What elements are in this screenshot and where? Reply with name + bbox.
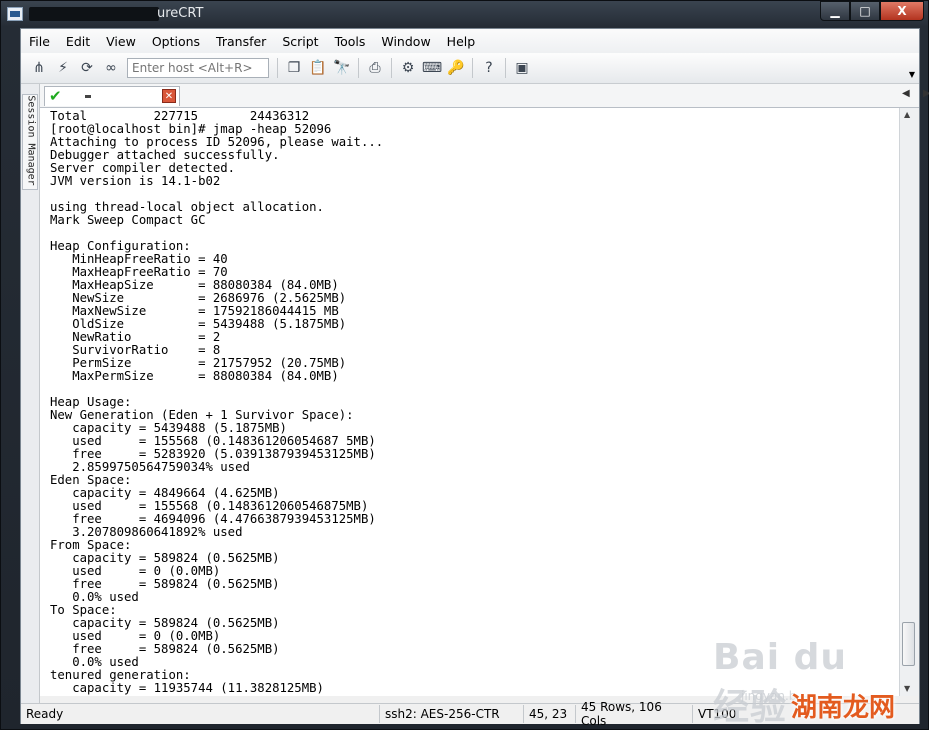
window-controls: ▁ □ X <box>820 1 924 21</box>
scroll-up-icon[interactable]: ▲ <box>904 110 910 119</box>
copy-icon[interactable]: ❐ <box>283 57 305 79</box>
paste-icon[interactable]: 📋 <box>307 57 329 79</box>
print-icon[interactable]: ⎙ <box>364 57 386 79</box>
help-icon[interactable]: ? <box>478 57 500 79</box>
toolbar-divider <box>277 58 278 78</box>
toolbar-divider <box>472 58 473 78</box>
terminal-line: Mark Sweep Compact GC <box>50 213 206 227</box>
baidu-watermark: Bai du 经验 <box>713 637 848 728</box>
terminal-line: capacity = 11935744 (11.3828125MB) <box>50 681 324 695</box>
terminal-line: MaxPermSize = 88080384 (84.0MB) <box>50 369 339 383</box>
status-ready: Ready <box>26 707 64 721</box>
connect-tree-icon[interactable]: ⋔ <box>28 57 50 79</box>
tab-next-icon[interactable]: ▶ <box>923 88 929 99</box>
menu-view[interactable]: View <box>98 34 144 49</box>
check-icon: ✔ <box>49 87 62 105</box>
app-icon[interactable] <box>7 7 23 21</box>
menu-tools[interactable]: Tools <box>327 34 374 49</box>
title-bar: ureCRT ▁ □ X <box>1 1 929 27</box>
status-cursor: 45, 23 <box>523 705 575 723</box>
toolbar-divider <box>391 58 392 78</box>
close-window-button[interactable]: X <box>880 1 924 21</box>
session-tab-bar: ✔ ✕ ◀ ▶ <box>40 84 929 108</box>
link-icon[interactable]: ∞ <box>100 57 122 79</box>
toolbar-divider <box>358 58 359 78</box>
title-redacted <box>29 7 159 21</box>
menu-window[interactable]: Window <box>373 34 438 49</box>
tab-prev-icon[interactable]: ◀ <box>902 88 910 99</box>
minimize-button[interactable]: ▁ <box>820 1 850 21</box>
status-size: 45 Rows, 106 Cols <box>575 700 692 728</box>
key-icon[interactable]: 🔑 <box>445 57 467 79</box>
maximize-button[interactable]: □ <box>850 1 880 21</box>
menu-bar: File Edit View Options Transfer Script T… <box>21 29 919 53</box>
menu-options[interactable]: Options <box>144 34 208 49</box>
session-manager-label: Session Manager <box>25 95 37 186</box>
screen-icon[interactable]: ▣ <box>511 57 533 79</box>
toolbar: ⋔ ⚡ ⟳ ∞ ❐ 📋 🔭 ⎙ ⚙ ⌨ 🔑 ? ▣ ▼ <box>21 53 919 84</box>
quick-connect-icon[interactable]: ⚡ <box>52 57 74 79</box>
tab-title-redacted <box>85 95 91 98</box>
close-icon[interactable]: ✕ <box>162 89 176 103</box>
menu-file[interactable]: File <box>21 34 58 49</box>
find-icon[interactable]: 🔭 <box>331 57 353 79</box>
securecrt-window: ureCRT ▁ □ X File Edit View Options Tran… <box>0 0 929 730</box>
keymap-icon[interactable]: ⌨ <box>421 57 443 79</box>
session-manager-sidebar: Session Manager <box>21 84 40 708</box>
scrollbar-thumb[interactable] <box>902 622 915 666</box>
terminal-output[interactable]: Total 227715 24436312 [root@localhost bin… <box>40 108 907 696</box>
host-input[interactable] <box>127 58 269 78</box>
menu-transfer[interactable]: Transfer <box>208 34 274 49</box>
terminal-scrollbar[interactable]: ▲ ▼ <box>899 108 918 696</box>
scroll-down-icon[interactable]: ▼ <box>904 684 910 693</box>
site-stamp: 湖南龙网 <box>791 693 896 723</box>
client-area: File Edit View Options Transfer Script T… <box>20 28 929 728</box>
menu-edit[interactable]: Edit <box>58 34 98 49</box>
toolbar-overflow-icon[interactable]: ▼ <box>909 70 915 79</box>
settings-gear-icon[interactable]: ⚙ <box>397 57 419 79</box>
menu-help[interactable]: Help <box>439 34 484 49</box>
session-tab[interactable]: ✔ ✕ <box>44 86 180 106</box>
window-title: ureCRT <box>157 6 204 21</box>
watermark-url: jingyan.b <box>741 689 797 703</box>
status-protocol: ssh2: AES-256-CTR <box>379 705 523 723</box>
reconnect-icon[interactable]: ⟳ <box>76 57 98 79</box>
terminal-line: JVM version is 14.1-b02 <box>50 174 221 188</box>
menu-script[interactable]: Script <box>274 34 326 49</box>
session-manager-tab[interactable]: Session Manager <box>22 94 38 190</box>
toolbar-divider <box>505 58 506 78</box>
